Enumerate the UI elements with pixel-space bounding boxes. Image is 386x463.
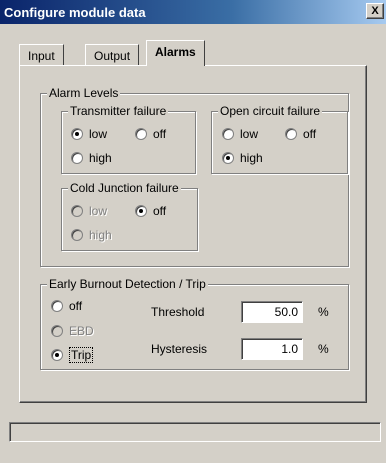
cold-junction-high-radio: high [71,228,112,242]
open-circuit-high-radio[interactable]: high [222,151,263,165]
radio-checked-icon [71,128,83,140]
radio-unchecked-icon [135,128,147,140]
tab-input-label: Input [28,49,55,63]
open-circuit-low-label: low [240,127,259,141]
threshold-unit: % [318,305,329,319]
cold-junction-off-label: off [153,204,167,218]
radio-checked-icon [222,152,234,164]
radio-disabled-icon [71,229,83,241]
burnout-group: Early Burnout Detection / Trip off EBD T… [40,277,349,370]
hysteresis-unit: % [318,342,329,356]
alarm-levels-group: Alarm Levels Transmitter failure low off… [40,86,349,267]
close-icon: X [371,5,379,17]
burnout-trip-radio[interactable]: Trip [51,347,94,363]
cold-junction-high-label: high [89,228,112,242]
radio-unchecked-icon [51,300,63,312]
threshold-label: Threshold [151,305,205,319]
open-circuit-low-radio[interactable]: low [222,127,258,141]
transmitter-off-label: off [153,127,167,141]
title-bar: Configure module data X [0,0,386,24]
transmitter-low-radio[interactable]: low [71,127,107,141]
alarm-levels-legend: Alarm Levels [47,86,121,100]
burnout-ebd-label: EBD [69,324,94,338]
hysteresis-input[interactable]: 1.0 [241,338,303,360]
open-circuit-high-label: high [240,151,263,165]
open-circuit-failure-legend: Open circuit failure [218,104,323,118]
threshold-value: 50.0 [274,305,298,319]
tab-input[interactable]: Input [19,44,64,65]
open-circuit-failure-group: Open circuit failure low off high [211,104,348,174]
open-circuit-off-label: off [303,127,317,141]
cold-junction-low-label: low [89,204,108,218]
hysteresis-value: 1.0 [281,342,298,356]
threshold-input[interactable]: 50.0 [241,301,303,323]
cold-junction-off-radio[interactable]: off [135,204,166,218]
window-title: Configure module data [4,5,146,20]
cold-junction-failure-legend: Cold Junction failure [68,181,181,195]
transmitter-low-label: low [89,127,108,141]
radio-disabled-icon [51,325,63,337]
alarms-tab-panel: Alarm Levels Transmitter failure low off… [19,65,367,403]
status-bar [9,422,381,442]
radio-checked-icon [51,349,63,361]
radio-disabled-icon [71,205,83,217]
hysteresis-label: Hysteresis [151,342,208,356]
tab-output[interactable]: Output [85,44,140,65]
burnout-off-label: off [69,299,83,313]
transmitter-failure-legend: Transmitter failure [68,104,169,118]
radio-unchecked-icon [222,128,234,140]
radio-unchecked-icon [71,152,83,164]
burnout-ebd-radio: EBD [51,324,94,338]
tab-alarms[interactable]: Alarms [146,40,205,66]
radio-unchecked-icon [285,128,297,140]
burnout-trip-label: Trip [69,347,94,363]
burnout-legend: Early Burnout Detection / Trip [47,277,208,291]
transmitter-high-label: high [89,151,112,165]
radio-checked-icon [135,205,147,217]
open-circuit-off-radio[interactable]: off [285,127,316,141]
transmitter-high-radio[interactable]: high [71,151,112,165]
cold-junction-low-radio: low [71,204,107,218]
close-button[interactable]: X [366,3,384,19]
transmitter-failure-group: Transmitter failure low off high [61,104,196,174]
tab-alarms-label: Alarms [155,45,196,59]
transmitter-off-radio[interactable]: off [135,127,166,141]
tab-output-label: Output [94,49,131,63]
burnout-off-radio[interactable]: off [51,299,82,313]
cold-junction-failure-group: Cold Junction failure low off high [61,181,198,251]
